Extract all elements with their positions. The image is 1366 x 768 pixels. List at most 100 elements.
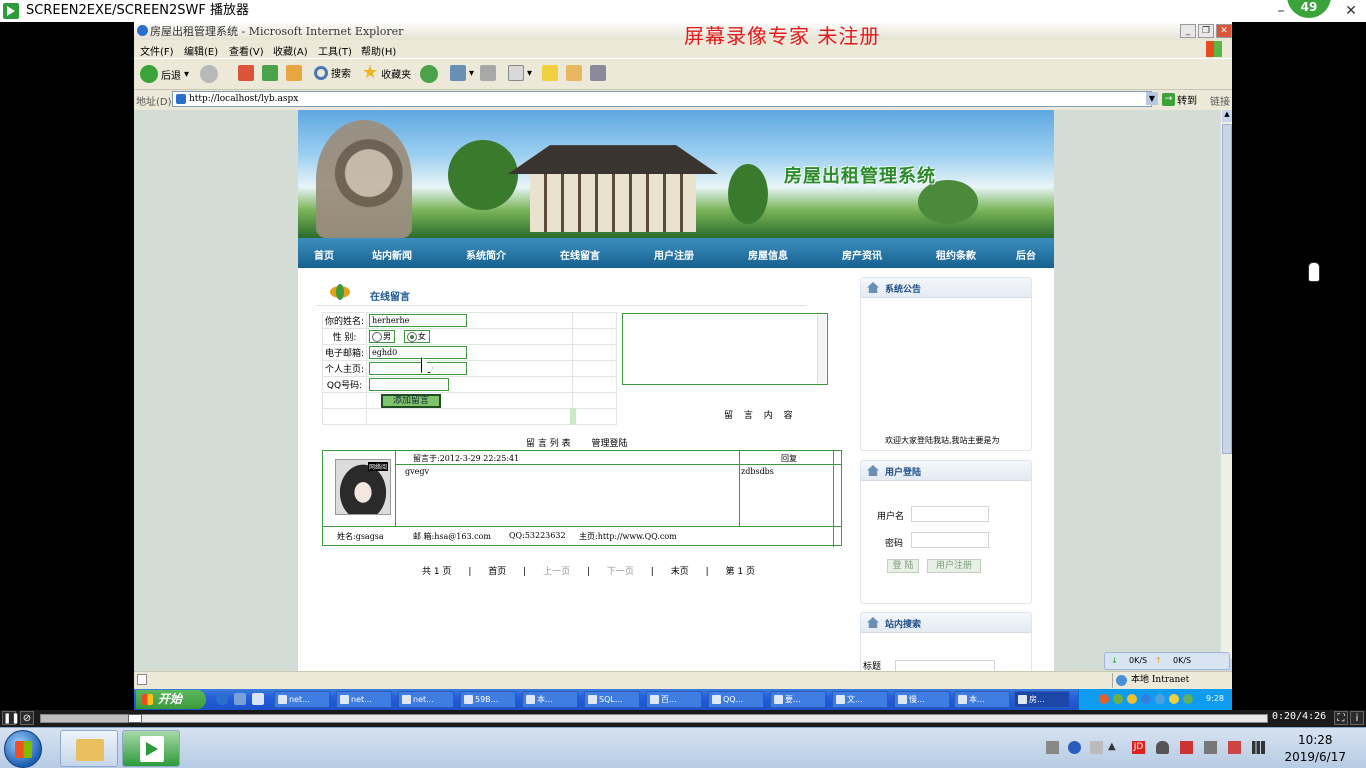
nav-intro[interactable]: 系统简介: [466, 247, 506, 262]
ie-quicklaunch-icon[interactable]: [216, 693, 228, 705]
message-content-textarea[interactable]: [622, 313, 828, 385]
menu-view[interactable]: 查看(V): [229, 43, 264, 58]
ie-restore-button[interactable]: ❐: [1198, 24, 1214, 38]
message-list-link[interactable]: 留 言 列 表: [526, 439, 571, 449]
taskbar-item[interactable]: 本...: [522, 691, 578, 708]
desktop-quicklaunch-icon[interactable]: [234, 693, 246, 705]
gender-female-option[interactable]: 女: [403, 330, 430, 343]
notification-bell-icon[interactable]: [1156, 741, 1169, 754]
page-scrollbar[interactable]: ▲ ▼: [1220, 110, 1232, 671]
tray-icon[interactable]: [1141, 694, 1151, 704]
folder-button[interactable]: [566, 65, 582, 81]
site-search-input[interactable]: [895, 660, 995, 671]
stop-button[interactable]: ⊘: [20, 711, 34, 725]
taskbar-item[interactable]: net...: [398, 691, 454, 708]
security-icon[interactable]: [1180, 741, 1193, 754]
register-button[interactable]: 用户注册: [927, 559, 981, 573]
seek-handle[interactable]: [128, 714, 143, 723]
name-input[interactable]: herherhe: [369, 314, 468, 327]
tray-icon[interactable]: [1090, 741, 1103, 754]
fullscreen-button[interactable]: ⛶: [1334, 711, 1348, 725]
forward-button[interactable]: [200, 65, 218, 83]
pause-button[interactable]: ❚❚: [2, 711, 20, 725]
qq-input[interactable]: [369, 378, 450, 391]
menu-favorites[interactable]: 收藏(A): [273, 43, 308, 58]
nav-register[interactable]: 用户注册: [654, 247, 694, 262]
links-button[interactable]: 链接: [1210, 93, 1230, 108]
ie-close-button[interactable]: ✕: [1216, 24, 1232, 38]
discuss-button[interactable]: [542, 65, 558, 81]
nav-property-news[interactable]: 房产资讯: [842, 247, 882, 262]
edit-button[interactable]: ▾: [508, 65, 532, 81]
nav-houses[interactable]: 房屋信息: [748, 247, 788, 262]
chevron-up-icon[interactable]: ▲: [1108, 741, 1121, 754]
search-button[interactable]: 搜索: [314, 65, 351, 80]
taskbar-item[interactable]: 要...: [770, 691, 826, 708]
male-radio[interactable]: [372, 332, 383, 342]
app-quicklaunch-icon[interactable]: [252, 693, 264, 705]
xp-start-button[interactable]: 开始: [136, 690, 206, 709]
admin-login-link[interactable]: 管理登陆: [591, 439, 627, 449]
prev-page-link[interactable]: 上一页: [543, 567, 570, 577]
player-minimize-button[interactable]: –: [1268, 1, 1294, 21]
nav-lease-terms[interactable]: 租约条款: [936, 247, 976, 262]
gender-male-option[interactable]: 男: [369, 330, 396, 343]
scroll-thumb[interactable]: [1222, 124, 1232, 454]
tray-icon[interactable]: [1169, 694, 1179, 704]
explorer-taskbar-button[interactable]: [60, 730, 118, 767]
scroll-up-icon[interactable]: ▲: [1222, 110, 1232, 122]
taskbar-item[interactable]: 百...: [646, 691, 702, 708]
media-button[interactable]: [590, 65, 606, 81]
taskbar-item[interactable]: 慢...: [894, 691, 950, 708]
last-page-link[interactable]: 末页: [671, 567, 689, 577]
print-button[interactable]: [480, 65, 496, 81]
seek-bar[interactable]: [40, 714, 1268, 723]
favorites-button[interactable]: ★ 收藏夹: [362, 64, 411, 82]
menu-file[interactable]: 文件(F): [140, 43, 174, 58]
back-button[interactable]: 后退 ▾: [140, 65, 189, 83]
email-input[interactable]: eghd0: [369, 346, 468, 359]
username-input[interactable]: [911, 506, 989, 522]
qq-tray-icon[interactable]: [1127, 694, 1137, 704]
address-input[interactable]: http://localhost/lyb.aspx: [172, 91, 1152, 107]
player-close-button[interactable]: ✕: [1338, 1, 1364, 21]
nav-admin[interactable]: 后台: [1016, 247, 1036, 262]
homepage-input[interactable]: [369, 362, 468, 375]
keyboard-icon[interactable]: [1046, 741, 1059, 754]
stop-button[interactable]: [238, 65, 254, 81]
taskbar-item[interactable]: 59B...: [460, 691, 516, 708]
mail-button[interactable]: ▾: [450, 65, 474, 81]
history-button[interactable]: [420, 65, 438, 83]
add-message-button[interactable]: 添加留言: [381, 393, 442, 408]
taskbar-item[interactable]: SQL...: [584, 691, 640, 708]
taskbar-item[interactable]: net...: [274, 691, 330, 708]
next-page-link[interactable]: 下一页: [607, 567, 634, 577]
password-input[interactable]: [911, 532, 989, 548]
taskbar-item[interactable]: QQ...: [708, 691, 764, 708]
volume-icon[interactable]: [1204, 741, 1217, 754]
ie-minimize-button[interactable]: _: [1180, 24, 1196, 38]
nav-guestbook[interactable]: 在线留言: [560, 247, 600, 262]
player-taskbar-button[interactable]: [122, 730, 180, 767]
taskbar-item[interactable]: 文...: [832, 691, 888, 708]
address-dropdown-icon[interactable]: ▼: [1146, 92, 1158, 105]
tray-icon[interactable]: [1155, 694, 1165, 704]
nav-news[interactable]: 站内新闻: [372, 247, 412, 262]
go-button[interactable]: → 转到: [1162, 92, 1197, 107]
taskbar-item-active[interactable]: 房...: [1014, 691, 1070, 708]
tray-icon[interactable]: [1113, 694, 1123, 704]
home-button[interactable]: [286, 65, 302, 81]
tray-icon[interactable]: [1099, 694, 1109, 704]
win7-start-button[interactable]: [4, 730, 42, 768]
taskbar-item[interactable]: 本...: [954, 691, 1010, 708]
taskbar-item[interactable]: net...: [336, 691, 392, 708]
help-icon[interactable]: [1068, 741, 1081, 754]
flag-icon[interactable]: [1228, 741, 1241, 754]
login-button[interactable]: 登 陆: [887, 559, 919, 573]
female-radio[interactable]: [406, 332, 417, 342]
refresh-button[interactable]: [262, 65, 278, 81]
tray-icon[interactable]: [1183, 694, 1193, 704]
first-page-link[interactable]: 首页: [488, 567, 506, 577]
menu-tools[interactable]: 工具(T): [318, 43, 352, 58]
menu-help[interactable]: 帮助(H): [361, 43, 396, 58]
